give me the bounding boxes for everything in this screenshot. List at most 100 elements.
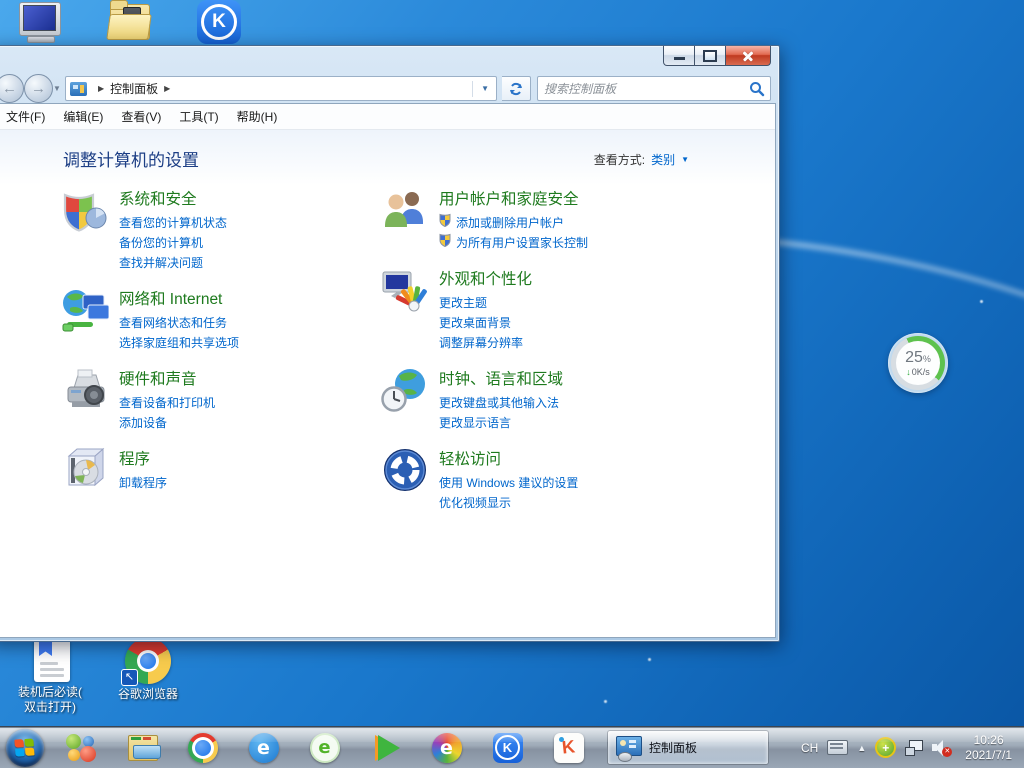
taskbar-icon-colorful-balls[interactable] (50, 727, 111, 768)
recent-pages-chevron[interactable]: ▼ (53, 84, 61, 93)
page-title: 调整计算机的设置 (63, 146, 199, 171)
back-button[interactable]: ← (0, 74, 24, 103)
window-body: 文件(F)编辑(E)查看(V)工具(T)帮助(H) 调整计算机的设置 查看方式:… (0, 103, 776, 638)
category-title[interactable]: 硬件和声音 (119, 367, 215, 389)
menu-item-4[interactable]: 帮助(H) (228, 105, 287, 128)
desktop-icon-folder[interactable] (100, 0, 160, 44)
category-title[interactable]: 程序 (119, 447, 167, 469)
address-breadcrumb[interactable]: ▶ 控制面板 ▶ ▼ (65, 76, 497, 101)
minimize-button[interactable] (663, 46, 695, 66)
menu-item-0[interactable]: 文件(F) (0, 105, 54, 128)
desktop-icon-k-app[interactable]: K (190, 0, 250, 44)
menu-item-2[interactable]: 查看(V) (112, 105, 170, 128)
desktop-icon-computer[interactable] (10, 0, 70, 44)
category-link[interactable]: 备份您的计算机 (119, 233, 227, 253)
system-tray: CH ▲ + ✕ 10:26 2021/7/1 (801, 727, 1024, 768)
category-link[interactable]: 添加设备 (119, 413, 215, 433)
category-title[interactable]: 外观和个性化 (439, 267, 532, 289)
forward-button[interactable]: → (24, 74, 53, 103)
category-link[interactable]: 更改主题 (439, 293, 532, 313)
taskbar-button-control-panel[interactable]: 控制面板 (607, 730, 769, 765)
category-title[interactable]: 用户帐户和家庭安全 (439, 187, 588, 209)
taskbar-icon-video-play[interactable] (355, 727, 416, 768)
title-bar[interactable] (0, 46, 779, 73)
category-column-right: 用户帐户和家庭安全 添加或删除用户帐户 为所有用户设置家长控制 外观和个性化更改… (381, 186, 726, 526)
keyboard-icon[interactable] (827, 740, 848, 755)
category-link[interactable]: 查找并解决问题 (119, 253, 227, 273)
network-icon[interactable] (905, 740, 923, 755)
taskbar: eeeKK 控制面板 CH ▲ + ✕ 10:26 2021/7/1 (0, 726, 1024, 768)
category-link[interactable]: 查看您的计算机状态 (119, 213, 227, 233)
network-icon[interactable] (61, 286, 109, 334)
antivirus-tray-icon[interactable]: + (875, 737, 896, 758)
category: 时钟、语言和区域更改键盘或其他输入法更改显示语言 (381, 366, 726, 433)
category-link[interactable]: 查看设备和打印机 (119, 393, 215, 413)
view-by-label: 查看方式: (594, 151, 645, 168)
search-input[interactable] (538, 82, 747, 96)
category-link[interactable]: 更改键盘或其他输入法 (439, 393, 563, 413)
category-title[interactable]: 轻松访问 (439, 447, 578, 469)
category-title[interactable]: 网络和 Internet (119, 287, 239, 309)
breadcrumb-arrow-icon[interactable]: ▶ (164, 84, 170, 93)
menu-bar: 文件(F)编辑(E)查看(V)工具(T)帮助(H) (0, 104, 775, 130)
taskbar-icon-green-e-browser[interactable]: e (294, 727, 355, 768)
category-link[interactable]: 优化视频显示 (439, 493, 578, 513)
desktop-shortcuts: 装机后必读( 双击打开)↖谷歌浏览器 (8, 638, 190, 715)
uac-shield-icon (439, 213, 451, 233)
shortcut-arrow-icon: ↖ (121, 669, 138, 686)
hardware-icon[interactable] (61, 366, 109, 414)
download-progress-widget[interactable]: 25% ↓0K/s (888, 333, 948, 393)
search-icon[interactable] (747, 79, 767, 99)
taskbar-icon-blue-e-browser[interactable]: e (233, 727, 294, 768)
taskbar-icon-k-box[interactable]: K (538, 727, 599, 768)
desktop-shortcut-chrome[interactable]: ↖谷歌浏览器 (106, 638, 190, 715)
category: 系统和安全查看您的计算机状态备份您的计算机查找并解决问题 (61, 186, 366, 273)
ease-icon[interactable] (381, 446, 429, 494)
category-link[interactable]: 查看网络状态和任务 (119, 313, 239, 333)
taskbar-icon-chrome[interactable] (172, 727, 233, 768)
taskbar-icon-start-orb[interactable] (0, 727, 50, 768)
personalization-icon[interactable] (381, 266, 429, 314)
category-title[interactable]: 系统和安全 (119, 187, 227, 209)
menu-item-1[interactable]: 编辑(E) (54, 105, 112, 128)
category: 轻松访问使用 Windows 建议的设置优化视频显示 (381, 446, 726, 513)
users-icon[interactable] (381, 186, 429, 234)
view-by-dropdown-icon[interactable]: ▼ (681, 155, 689, 164)
wallpaper-star (648, 658, 651, 661)
tray-time: 10:26 (965, 733, 1012, 748)
breadcrumb-arrow-icon[interactable]: ▶ (98, 84, 104, 93)
breadcrumb-location[interactable]: 控制面板 (110, 80, 158, 97)
security-icon[interactable] (61, 186, 109, 234)
view-by-value[interactable]: 类别 (651, 151, 675, 168)
wallpaper-star (980, 300, 983, 303)
close-button[interactable] (725, 46, 771, 66)
caption-buttons (663, 46, 771, 66)
category-link[interactable]: 添加或删除用户帐户 (439, 213, 588, 233)
maximize-button[interactable] (695, 46, 725, 66)
taskbar-clock[interactable]: 10:26 2021/7/1 (961, 733, 1016, 763)
category-link[interactable]: 调整屏幕分辨率 (439, 333, 532, 353)
address-dropdown-icon[interactable]: ▼ (478, 84, 492, 93)
language-indicator[interactable]: CH (801, 741, 818, 755)
volume-muted-icon[interactable]: ✕ (932, 740, 952, 756)
desktop-shortcut-readme-doc[interactable]: 装机后必读( 双击打开) (8, 638, 92, 715)
category-link[interactable]: 更改显示语言 (439, 413, 563, 433)
category-link[interactable]: 更改桌面背景 (439, 313, 532, 333)
category-title[interactable]: 时钟、语言和区域 (439, 367, 563, 389)
category-link[interactable]: 选择家庭组和共享选项 (119, 333, 239, 353)
category-link[interactable]: 使用 Windows 建议的设置 (439, 473, 578, 493)
shortcut-label: 谷歌浏览器 (118, 687, 178, 702)
category: 程序卸载程序 (61, 446, 366, 494)
menu-item-3[interactable]: 工具(T) (170, 105, 227, 128)
programs-icon[interactable] (61, 446, 109, 494)
taskbar-icon-kugou[interactable]: K (477, 727, 538, 768)
clock-icon[interactable] (381, 366, 429, 414)
taskbar-icon-rainbow-e-browser[interactable]: e (416, 727, 477, 768)
category: 外观和个性化更改主题更改桌面背景调整屏幕分辨率 (381, 266, 726, 353)
desktop: K 装机后必读( 双击打开)↖谷歌浏览器 ← → ▼ ▶ 控制面板 ▶ ▼ (0, 0, 1024, 768)
show-hidden-icons-button[interactable]: ▲ (857, 743, 866, 753)
category-link[interactable]: 为所有用户设置家长控制 (439, 233, 588, 253)
taskbar-icon-explorer[interactable] (111, 727, 172, 768)
category-link[interactable]: 卸载程序 (119, 473, 167, 493)
refresh-button[interactable] (502, 76, 531, 101)
